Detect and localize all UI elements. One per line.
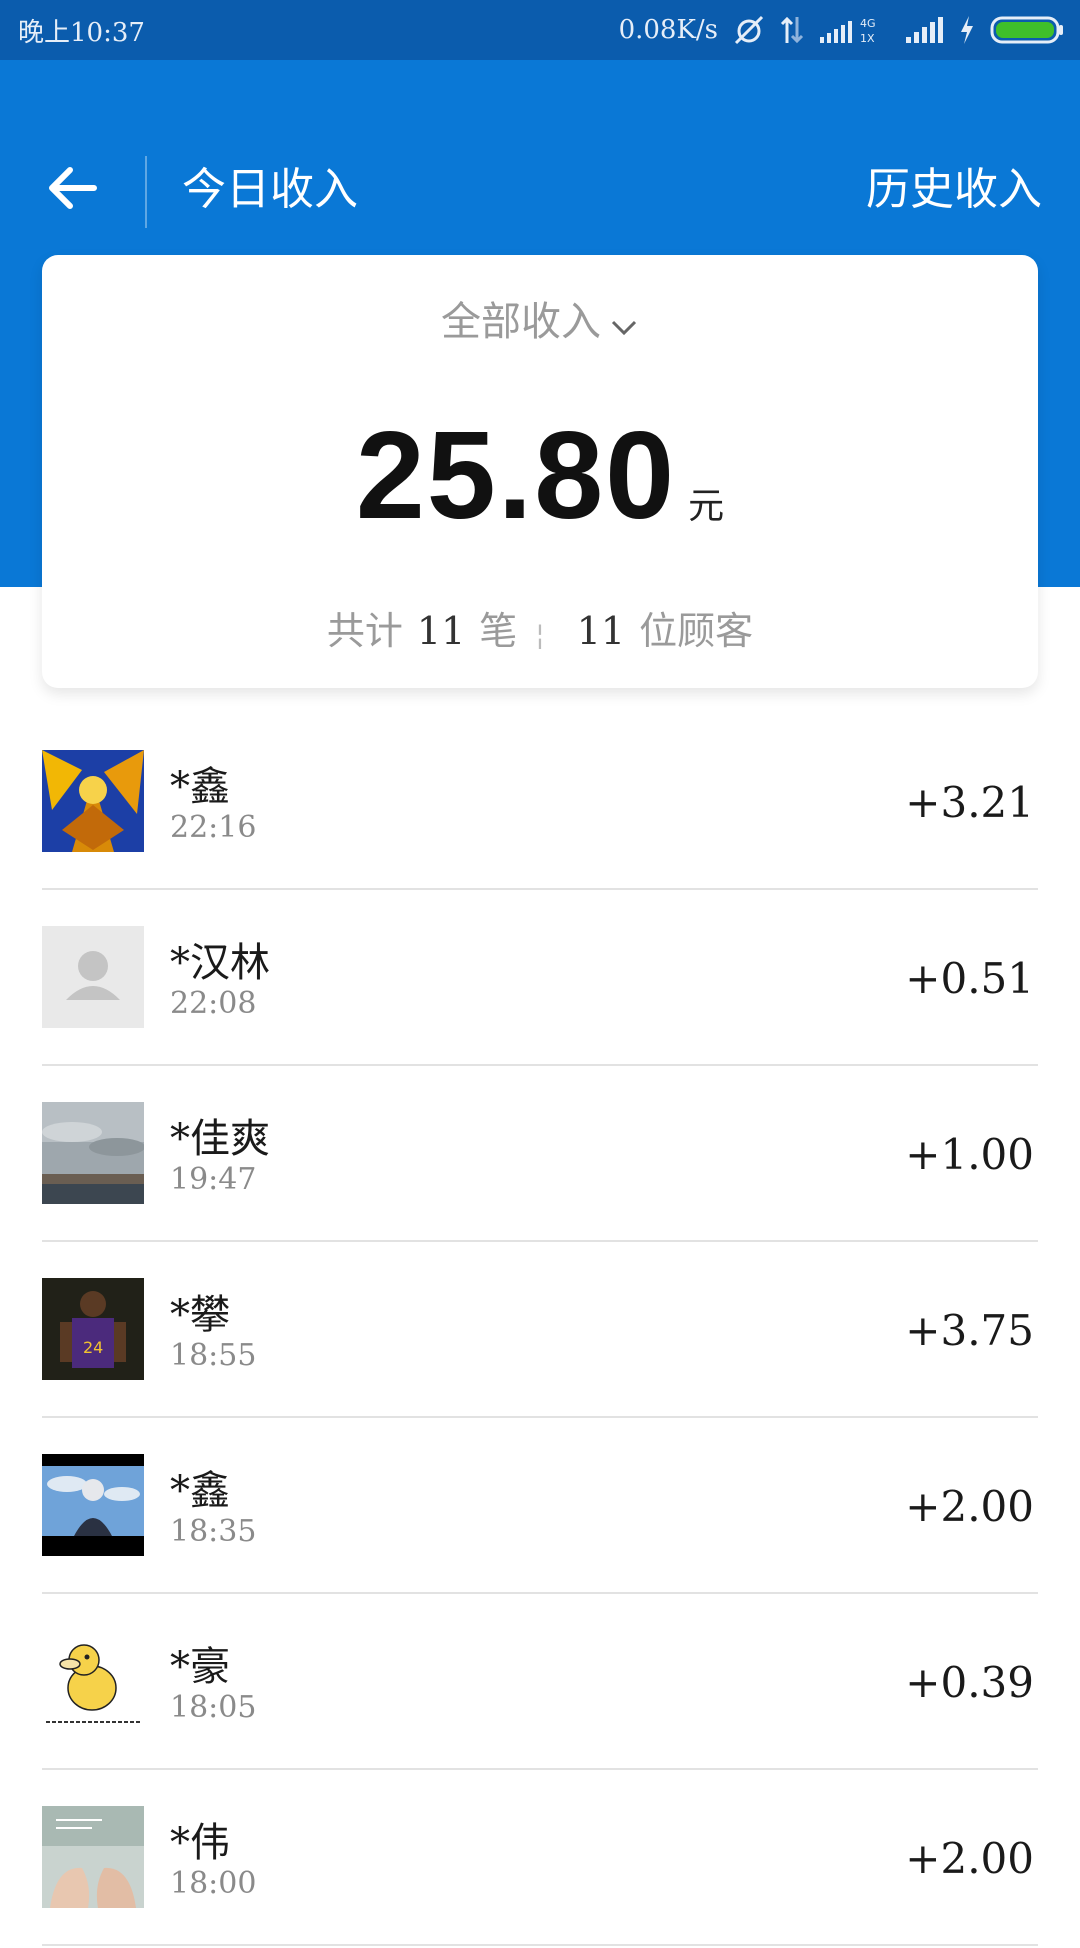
list-item[interactable]: *豪 18:05 +0.39 — [42, 1596, 1038, 1770]
battery-icon — [990, 15, 1064, 45]
page-title: 今日收入 — [182, 164, 358, 215]
count-unit: 笔 — [479, 609, 518, 653]
signal-strength-icon — [904, 15, 944, 45]
default-user-avatar — [42, 926, 144, 1028]
payment-time: 18:05 — [170, 1690, 257, 1725]
transaction-list: *鑫 22:16 +3.21 *汉林 22:08 +0.51 *佳爽 19:47… — [42, 716, 1038, 1948]
history-income-button[interactable]: 历史收入 — [866, 160, 1042, 220]
signal-4g-icon: 4G 1X — [818, 15, 890, 45]
list-item[interactable]: 24 *攀 18:55 +3.75 — [42, 1244, 1038, 1418]
payer-name: *伟 — [170, 1820, 230, 1866]
list-item[interactable]: *佳爽 19:47 +1.00 — [42, 1068, 1038, 1242]
svg-text:1X: 1X — [860, 32, 875, 45]
status-bar: 晚上10:37 0.08K/s 4G 1X — [0, 0, 1080, 60]
payer-name: *佳爽 — [170, 1116, 270, 1162]
payer-name: *鑫 — [170, 1468, 230, 1514]
charging-icon — [958, 15, 976, 45]
payment-time: 22:16 — [170, 810, 257, 845]
gold-armor-avatar — [42, 750, 144, 852]
payment-amount: +2.00 — [905, 1834, 1034, 1883]
count-separator: ¦ — [535, 618, 545, 651]
transaction-count: 11 — [416, 609, 466, 653]
cartoon-duck-avatar — [42, 1630, 144, 1732]
payment-time: 22:08 — [170, 986, 257, 1021]
payer-name: *鑫 — [170, 764, 230, 810]
list-item[interactable]: *鑫 18:35 +2.00 — [42, 1420, 1038, 1594]
payment-time: 18:55 — [170, 1338, 257, 1373]
arrow-left-icon — [49, 167, 97, 209]
svg-text:24: 24 — [83, 1338, 103, 1357]
payer-name: *豪 — [170, 1644, 230, 1690]
summary-card: 全部收入 25.80 元 共计 11 笔 ¦ 11 位顾客 — [42, 255, 1038, 688]
svg-text:4G: 4G — [860, 17, 876, 30]
hands-avatar — [42, 1806, 144, 1908]
list-item[interactable]: *鑫 22:16 +3.21 — [42, 716, 1038, 890]
income-filter-dropdown[interactable]: 全部收入 — [42, 289, 1038, 348]
total-row: 25.80 元 — [42, 405, 1038, 547]
payer-name: *攀 — [170, 1292, 230, 1338]
list-item[interactable]: *汉林 22:08 +0.51 — [42, 892, 1038, 1066]
customer-count: 11 — [576, 609, 626, 653]
currency-unit: 元 — [688, 486, 725, 527]
filter-label: 全部收入 — [441, 299, 601, 345]
net-speed: 0.08K/s — [618, 15, 718, 45]
back-button[interactable] — [44, 160, 100, 216]
customer-unit: 位顾客 — [639, 609, 754, 653]
total-amount: 25.80 — [355, 407, 677, 545]
payment-amount: +3.75 — [905, 1306, 1034, 1355]
count-prefix: 共计 — [326, 609, 403, 653]
basketball-avatar: 24 — [42, 1278, 144, 1380]
status-icons: 0.08K/s 4G 1X — [619, 15, 1064, 45]
payment-amount: +2.00 — [905, 1482, 1034, 1531]
landscape-avatar — [42, 1102, 144, 1204]
payment-time: 19:47 — [170, 1162, 257, 1197]
payment-amount: +1.00 — [905, 1130, 1034, 1179]
status-time: 晚上10:37 — [18, 17, 145, 48]
payment-amount: +0.39 — [905, 1658, 1034, 1707]
payer-name: *汉林 — [170, 940, 270, 986]
chevron-down-icon — [609, 302, 639, 348]
sky-person-avatar — [42, 1454, 144, 1556]
alarm-off-icon — [732, 15, 766, 45]
payment-time: 18:35 — [170, 1514, 257, 1549]
data-transfer-icon — [780, 15, 804, 45]
payment-amount: +0.51 — [905, 954, 1034, 1003]
payment-amount: +3.21 — [905, 778, 1034, 827]
payment-time: 18:00 — [170, 1866, 257, 1901]
count-row: 共计 11 笔 ¦ 11 位顾客 — [42, 600, 1038, 655]
header-divider — [145, 156, 147, 228]
